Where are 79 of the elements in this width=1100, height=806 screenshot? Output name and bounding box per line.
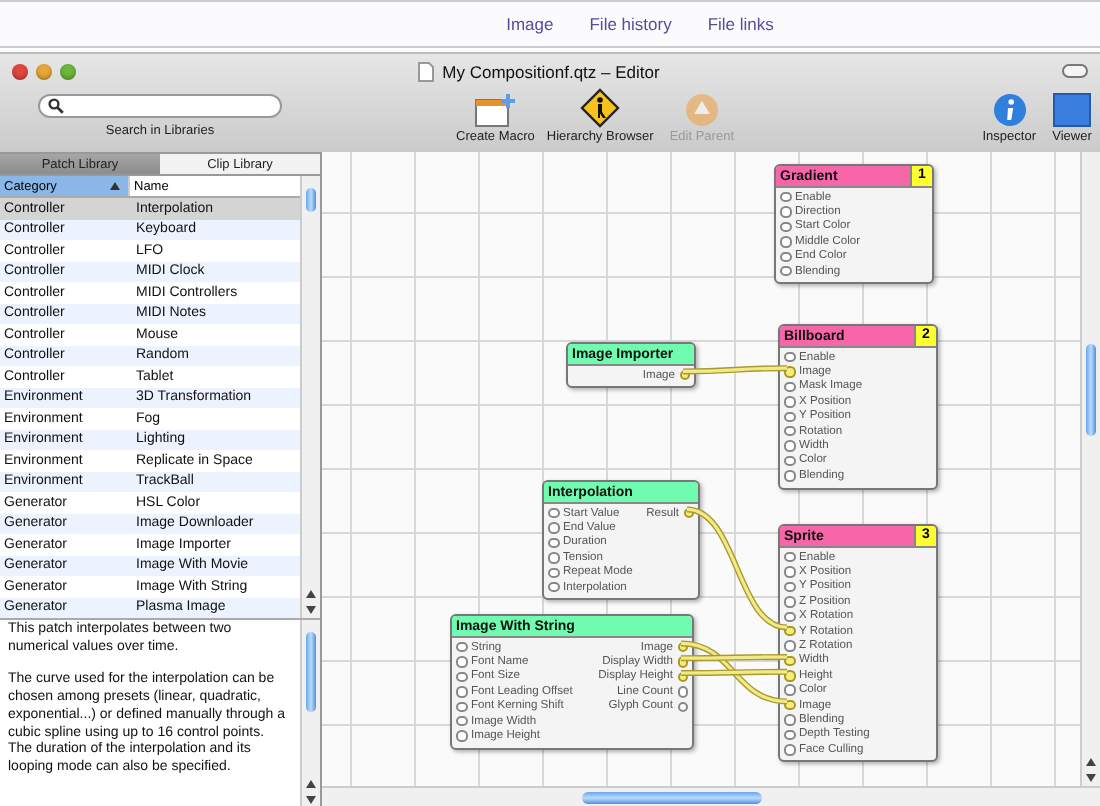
port-dot[interactable] (456, 701, 467, 712)
close-button[interactable] (12, 63, 28, 79)
search-icon (48, 98, 64, 114)
port-dot[interactable] (683, 507, 694, 519)
port-dot[interactable] (548, 507, 559, 519)
scroll-thumb[interactable] (582, 792, 762, 804)
port-dot[interactable] (456, 715, 467, 727)
minimize-button[interactable] (36, 63, 52, 79)
search-field[interactable] (38, 94, 282, 118)
port-dot[interactable] (548, 522, 559, 534)
port-dot[interactable] (784, 425, 795, 437)
port-dot[interactable] (456, 641, 467, 653)
port-dot[interactable] (677, 701, 688, 712)
patch-canvas[interactable] (322, 152, 1080, 786)
port-dot[interactable] (784, 670, 795, 682)
port-dot[interactable] (784, 581, 795, 593)
port-dot[interactable] (784, 729, 795, 741)
port-dot[interactable] (780, 191, 791, 203)
sort-arrow-icon (110, 182, 120, 190)
connection-wire (682, 365, 788, 375)
port-dot[interactable] (456, 671, 467, 683)
zoom-button[interactable] (60, 63, 76, 79)
scroll-arrows-icon (1082, 754, 1100, 786)
port-dot[interactable] (677, 686, 688, 698)
port-dot[interactable] (677, 671, 688, 683)
warning-sign-icon (580, 88, 621, 128)
port-dot[interactable] (780, 251, 791, 262)
port-dot[interactable] (784, 566, 795, 578)
port-dot[interactable] (784, 684, 795, 696)
scroll-thumb[interactable] (306, 188, 316, 212)
port-dot[interactable] (456, 686, 467, 698)
port-dot[interactable] (784, 551, 795, 563)
scroll-arrows-icon (302, 776, 320, 806)
monitor-icon (1052, 92, 1092, 128)
port-dot[interactable] (784, 396, 795, 408)
scroll-thumb[interactable] (306, 632, 316, 712)
port-dot[interactable] (784, 455, 795, 467)
port-dot[interactable] (780, 206, 791, 218)
port-dot[interactable] (784, 351, 795, 363)
page-link[interactable]: File history (589, 14, 672, 34)
port-dot[interactable] (677, 641, 688, 653)
port-dot[interactable] (548, 537, 559, 549)
port-dot[interactable] (784, 366, 795, 378)
window-plus-icon (473, 92, 518, 128)
port-dot[interactable] (780, 221, 791, 233)
window-title: My Compositionf.qtz – Editor (442, 61, 660, 81)
port-dot[interactable] (784, 596, 795, 608)
port-dot[interactable] (456, 730, 467, 742)
connection-wire (686, 506, 788, 631)
port-dot[interactable] (784, 470, 795, 482)
port-dot[interactable] (780, 265, 791, 277)
scroll-arrows-icon (302, 586, 320, 618)
port-dot[interactable] (548, 552, 559, 564)
port-dot[interactable] (548, 581, 559, 593)
page-link[interactable]: File links (707, 14, 774, 34)
port-dot[interactable] (784, 411, 795, 422)
toolbar-toggle-button[interactable] (1062, 64, 1088, 78)
port-dot[interactable] (679, 369, 690, 381)
port-dot[interactable] (784, 640, 795, 652)
scroll-thumb[interactable] (1086, 344, 1096, 436)
port-dot[interactable] (548, 567, 559, 578)
port-dot[interactable] (677, 656, 688, 668)
scrollbar[interactable] (322, 786, 1100, 806)
port-dot[interactable] (784, 699, 795, 711)
port-dot[interactable] (784, 611, 795, 622)
port-dot[interactable] (456, 656, 467, 668)
port-dot[interactable] (780, 236, 791, 248)
scrollbar[interactable] (300, 176, 320, 618)
port-dot[interactable] (784, 744, 795, 756)
scrollbar[interactable] (1080, 152, 1100, 786)
document-icon (418, 61, 435, 81)
scrollbar[interactable] (300, 620, 320, 806)
page-link[interactable]: Image (506, 14, 554, 34)
port-dot[interactable] (784, 655, 795, 667)
port-dot[interactable] (784, 440, 795, 452)
port-dot[interactable] (784, 625, 795, 637)
port-dot[interactable] (784, 714, 795, 726)
info-icon (991, 92, 1028, 128)
port-dot[interactable] (784, 381, 795, 393)
